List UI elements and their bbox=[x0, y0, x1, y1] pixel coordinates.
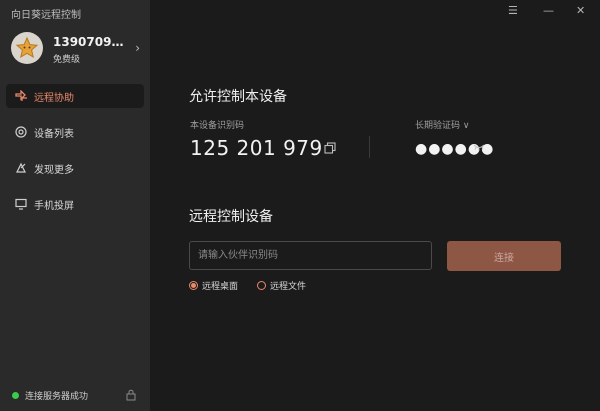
radio-ring[interactable] bbox=[257, 281, 266, 290]
radio-label: 远程文件 bbox=[270, 282, 307, 292]
discover-icon bbox=[14, 161, 28, 175]
user-profile[interactable]: 13907092... 免费级 › bbox=[8, 30, 144, 68]
remote-assist-icon bbox=[14, 89, 28, 103]
sidebar-item-screen-cast[interactable]: 手机投屏 bbox=[6, 192, 144, 216]
verification-code-dropdown[interactable]: 长期验证码 ∨ bbox=[415, 118, 469, 131]
status-text: 连接服务器成功 bbox=[25, 392, 89, 402]
sidebar: 向日葵远程控制 13907092... 免费级 › 远程协助 设备列表 发现更多… bbox=[0, 0, 150, 411]
device-id: 125 201 979 bbox=[190, 136, 323, 160]
minimize-icon[interactable]: — bbox=[543, 4, 554, 17]
device-id-label: 本设备识别码 bbox=[190, 121, 245, 131]
user-level: 免费级 bbox=[53, 55, 81, 65]
radio-remote-file[interactable]: 远程文件 bbox=[257, 279, 306, 292]
user-name: 13907092... bbox=[53, 35, 129, 49]
sidebar-item-device-list[interactable]: 设备列表 bbox=[6, 120, 144, 144]
allow-control-title: 允许控制本设备 bbox=[189, 89, 287, 105]
divider bbox=[369, 136, 370, 158]
app-title: 向日葵远程控制 bbox=[11, 10, 81, 21]
eye-hidden-icon[interactable] bbox=[473, 143, 485, 151]
menu-icon[interactable]: ☰ bbox=[508, 4, 518, 17]
partner-id-input[interactable] bbox=[189, 241, 432, 270]
sidebar-item-remote-assist[interactable]: 远程协助 bbox=[6, 84, 144, 108]
avatar[interactable] bbox=[11, 32, 43, 64]
remote-control-title: 远程控制设备 bbox=[189, 209, 273, 225]
screen-cast-icon bbox=[14, 197, 28, 211]
main-panel: ☰ — ✕ 允许控制本设备 本设备识别码 125 201 979 长期验证码 ∨… bbox=[150, 0, 600, 411]
radio-selected-dot bbox=[191, 283, 196, 288]
device-list-icon bbox=[14, 125, 28, 139]
chevron-right-icon[interactable]: › bbox=[135, 41, 140, 55]
radio-remote-desktop[interactable]: 远程桌面 bbox=[189, 279, 238, 292]
sidebar-item-label: 远程协助 bbox=[34, 92, 74, 104]
lock-icon[interactable] bbox=[126, 389, 136, 401]
status-dot bbox=[12, 392, 19, 399]
radio-ring[interactable] bbox=[189, 281, 198, 290]
sidebar-item-label: 发现更多 bbox=[34, 164, 74, 176]
star-avatar-icon bbox=[15, 36, 39, 59]
radio-label: 远程桌面 bbox=[202, 282, 239, 292]
copy-icon[interactable] bbox=[324, 142, 336, 154]
sidebar-item-label: 手机投屏 bbox=[34, 200, 74, 212]
sidebar-item-label: 设备列表 bbox=[34, 128, 74, 140]
sidebar-item-discover[interactable]: 发现更多 bbox=[6, 156, 144, 180]
connect-button[interactable]: 连接 bbox=[447, 241, 561, 271]
connection-status: 连接服务器成功 bbox=[12, 389, 88, 402]
close-icon[interactable]: ✕ bbox=[576, 4, 585, 17]
